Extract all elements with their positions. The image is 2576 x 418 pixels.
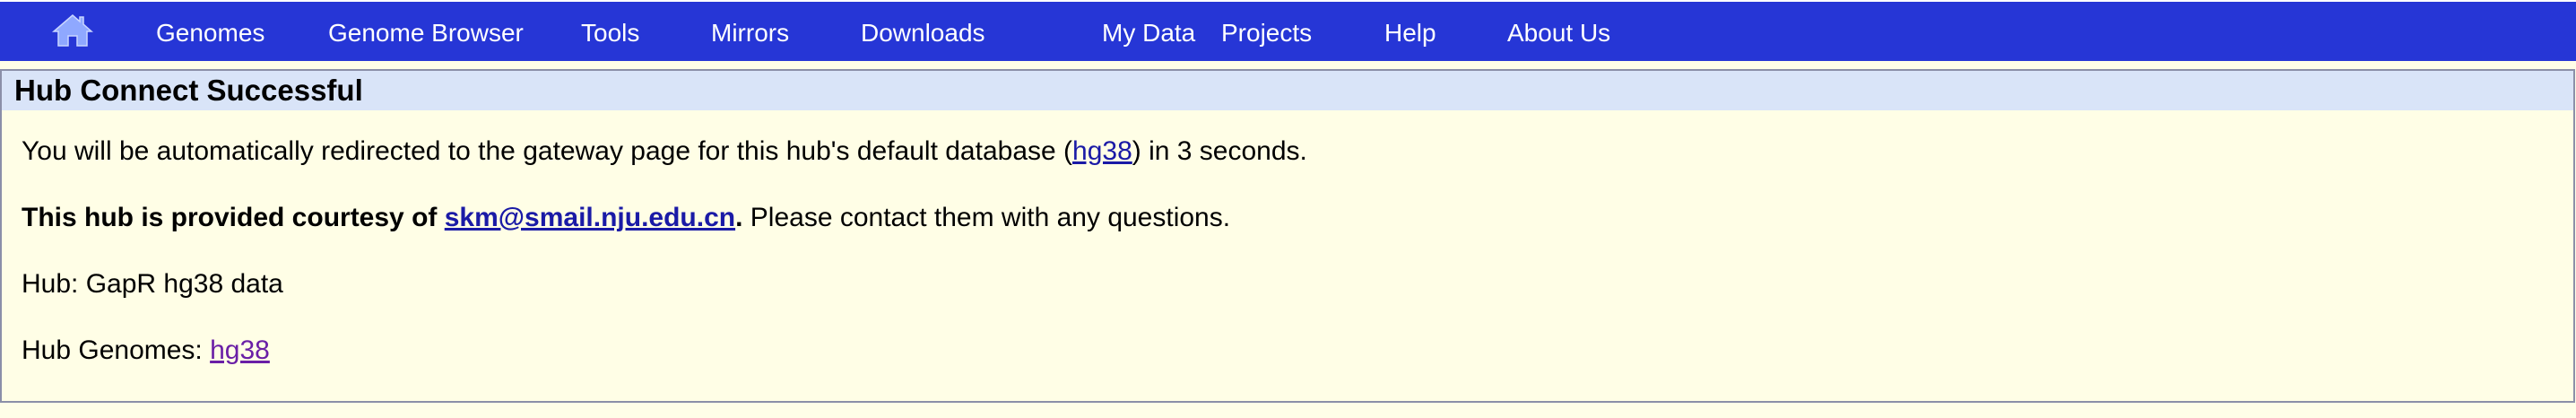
nav-genome-browser[interactable]: Genome Browser (328, 19, 524, 48)
nav-help[interactable]: Help (1384, 19, 1436, 48)
page-bottom (0, 403, 2576, 418)
home-icon[interactable] (51, 13, 94, 48)
redirect-suffix: ) in 3 seconds. (1132, 136, 1307, 166)
hub-name: Hub: GapR hg38 data (22, 269, 283, 299)
courtesy-prefix: This hub is provided courtesy of (22, 203, 445, 232)
courtesy-message: This hub is provided courtesy of skm@sma… (22, 202, 1230, 234)
hub-connect-panel: Hub Connect Successful You will be autom… (0, 69, 2575, 403)
nav-genomes[interactable]: Genomes (156, 19, 265, 48)
nav-mirrors[interactable]: Mirrors (711, 19, 789, 48)
contact-email-link[interactable]: skm@smail.nju.edu.cn (445, 203, 735, 232)
nav-my-data[interactable]: My Data (1102, 19, 1195, 48)
hub-genome-link[interactable]: hg38 (210, 335, 270, 365)
top-navbar: Genomes Genome Browser Tools Mirrors Dow… (0, 0, 2576, 61)
nav-downloads[interactable]: Downloads (861, 19, 985, 48)
nav-tools[interactable]: Tools (581, 19, 639, 48)
nav-projects[interactable]: Projects (1221, 19, 1312, 48)
database-link[interactable]: hg38 (1072, 136, 1132, 166)
courtesy-suffix: Please contact them with any questions. (742, 203, 1231, 232)
panel-title: Hub Connect Successful (2, 71, 2573, 110)
redirect-message: You will be automatically redirected to … (22, 135, 1307, 168)
redirect-prefix: You will be automatically redirected to … (22, 136, 1073, 166)
nav-about-us[interactable]: About Us (1507, 19, 1610, 48)
hub-genomes-label: Hub Genomes: (22, 335, 211, 365)
hub-genomes: Hub Genomes: hg38 (22, 335, 270, 367)
